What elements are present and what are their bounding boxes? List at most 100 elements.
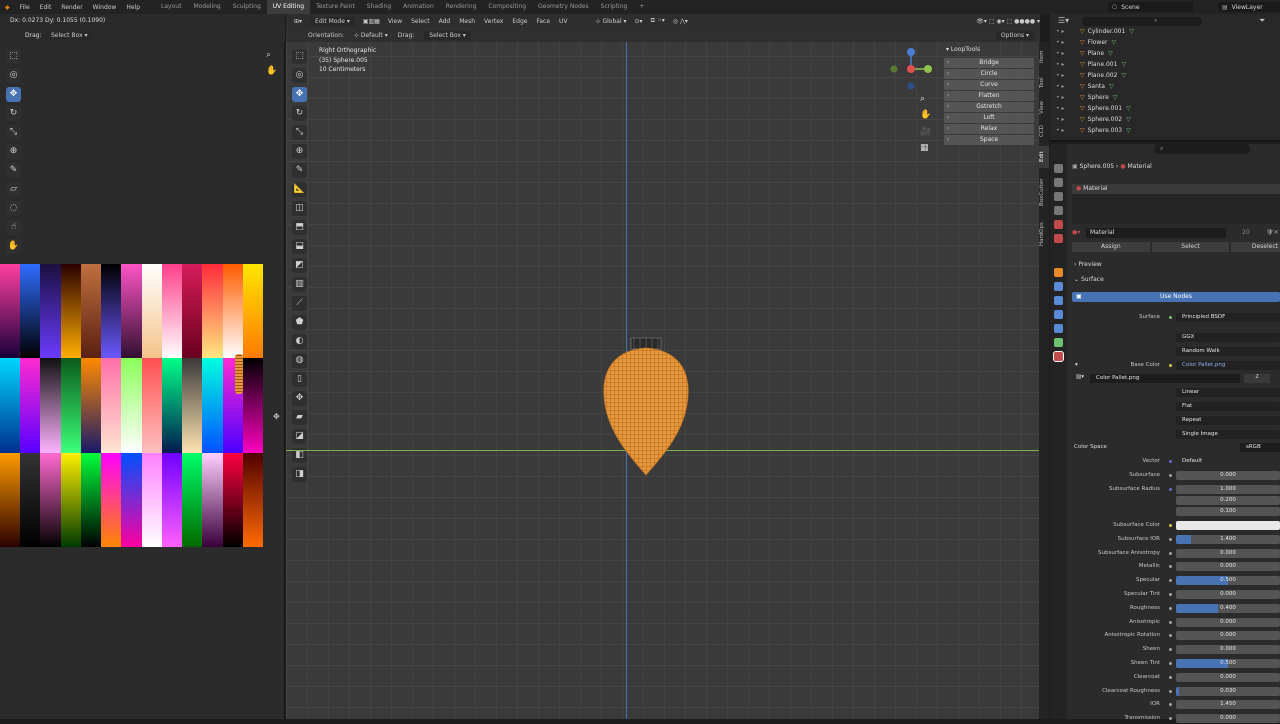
subsurface-radius-field[interactable]: 0.100 bbox=[1176, 506, 1280, 516]
poly-build-icon[interactable]: ⬟ bbox=[292, 315, 307, 330]
chevron-down-icon[interactable]: ▾ bbox=[1075, 362, 1078, 368]
viewport-menu-select[interactable]: Select bbox=[411, 18, 430, 25]
physics-tab-icon[interactable] bbox=[1054, 310, 1063, 319]
shrink-fatten-icon[interactable]: ✥ bbox=[292, 391, 307, 406]
object-tab-icon[interactable] bbox=[1054, 268, 1063, 277]
sidebar-tab-tool[interactable]: Tool bbox=[1039, 72, 1049, 94]
particles-tab-icon[interactable] bbox=[1054, 296, 1063, 305]
outliner-item[interactable]: • ▸ ▽ Plane ▽ bbox=[1056, 50, 1113, 57]
view-layer-selector[interactable]: ▤ ViewLayer bbox=[1218, 2, 1280, 12]
outliner-item[interactable]: • ▸ ▽ Sphere ▽ bbox=[1056, 94, 1117, 101]
annotate-icon[interactable]: ✎ bbox=[292, 163, 307, 178]
workspace-tab-compositing[interactable]: Compositing bbox=[482, 0, 532, 14]
camera-icon[interactable]: 🎥 bbox=[920, 127, 931, 137]
cursor-icon[interactable]: ◎ bbox=[292, 68, 307, 83]
mode-dropdown[interactable]: Edit Mode ▾ bbox=[310, 16, 355, 26]
grid-toggle-icon[interactable]: ▦ bbox=[920, 143, 929, 153]
sidebar-tab-item[interactable]: Item bbox=[1039, 46, 1049, 68]
tool-tab-icon[interactable] bbox=[1054, 164, 1063, 173]
loop-cut-icon[interactable]: ▥ bbox=[292, 277, 307, 292]
looptools-curve-button[interactable]: › Curve bbox=[944, 80, 1034, 90]
properties-search-input[interactable]: ⌕ bbox=[1154, 144, 1250, 154]
select-cursor-icon[interactable]: ⬚ bbox=[6, 49, 21, 64]
source-dropdown[interactable]: Single Image bbox=[1176, 430, 1280, 439]
uv-editor[interactable]: Dx: 0.0273 Dy: 0.1055 (0.1090) Drag: Sel… bbox=[0, 14, 285, 719]
filter-icon[interactable]: ⏷ bbox=[1259, 16, 1265, 26]
3d-viewport[interactable]: ⊞▾ Edit Mode ▾ ▣▥▦ View Select Add Mesh Vert… bbox=[286, 14, 1040, 719]
uv-drag-dropdown[interactable]: Select Box ▾ bbox=[46, 31, 93, 40]
viewport-menu-mesh[interactable]: Mesh bbox=[459, 18, 475, 25]
subsurface-method-dropdown[interactable]: Random Walk bbox=[1176, 347, 1280, 356]
options-dropdown[interactable]: Options ▾ bbox=[995, 30, 1034, 40]
measure-icon[interactable]: 📐 bbox=[292, 182, 307, 197]
menu-window[interactable]: Window bbox=[88, 4, 122, 11]
bevel-icon[interactable]: ◩ bbox=[292, 258, 307, 273]
scene-selector[interactable]: ⎔ Scene bbox=[1108, 2, 1193, 12]
snap-icon[interactable]: ⧉ ⁙▾ bbox=[651, 17, 665, 25]
pivot-icon[interactable]: ⊙▾ bbox=[635, 18, 643, 25]
looptools-relax-button[interactable]: › Relax bbox=[944, 124, 1034, 134]
proportional-edit-icon[interactable]: ◎ ⋀▾ bbox=[673, 18, 688, 25]
cursor-icon[interactable]: ◎ bbox=[6, 68, 21, 83]
looptools-loft-button[interactable]: › Loft bbox=[944, 113, 1034, 123]
property-slider[interactable]: 0.000 bbox=[1176, 645, 1280, 655]
workspace-tab-layout[interactable]: Layout bbox=[155, 0, 187, 14]
viewport-menu-view[interactable]: View bbox=[388, 18, 402, 25]
outliner-item[interactable]: • ▸ ▽ Plane.001 ▽ bbox=[1056, 61, 1126, 68]
subsurface-radius-field[interactable]: 0.200 bbox=[1176, 495, 1280, 505]
extrude-icon[interactable]: ⬒ bbox=[292, 220, 307, 235]
looptools-bridge-button[interactable]: › Bridge bbox=[944, 58, 1034, 68]
breadcrumb-material[interactable]: Material bbox=[1127, 163, 1151, 170]
expand-icon[interactable]: • ▸ bbox=[1056, 105, 1064, 112]
viewport-menu-uv[interactable]: UV bbox=[559, 18, 568, 25]
orientation-dropdown[interactable]: ⊹ Default ▾ bbox=[354, 32, 388, 39]
add-workspace-button[interactable]: + bbox=[633, 0, 650, 14]
outliner-item[interactable]: • ▸ ▽ Sphere.002 ▽ bbox=[1056, 116, 1131, 123]
expand-icon[interactable]: • ▸ bbox=[1056, 83, 1064, 90]
annotate-icon[interactable]: ✎ bbox=[6, 163, 21, 178]
rotate-icon[interactable]: ↻ bbox=[292, 106, 307, 121]
world-tab-icon[interactable] bbox=[1054, 234, 1063, 243]
smooth-icon[interactable]: ◍ bbox=[292, 353, 307, 368]
sidebar-tab-view[interactable]: View bbox=[1039, 98, 1049, 116]
color-space-dropdown[interactable]: sRGB bbox=[1240, 443, 1280, 452]
uv-island[interactable] bbox=[235, 354, 243, 394]
scale-icon[interactable]: ⤡ bbox=[292, 125, 307, 140]
pinch-icon[interactable]: ☝ bbox=[6, 220, 21, 235]
image-users[interactable]: 2 bbox=[1244, 374, 1270, 383]
expand-icon[interactable]: • ▸ bbox=[1056, 72, 1064, 79]
data-tab-icon[interactable] bbox=[1054, 338, 1063, 347]
property-slider[interactable]: 1.450 bbox=[1176, 700, 1280, 710]
extension-dropdown[interactable]: Repeat bbox=[1176, 416, 1280, 425]
vector-field[interactable]: Default bbox=[1176, 457, 1280, 466]
sidebar-tab-hardops[interactable]: HardOps bbox=[1039, 216, 1049, 252]
sidebar-tab-edit[interactable]: Edit bbox=[1039, 146, 1049, 168]
outliner-item[interactable]: • ▸ ▽ Sphere.001 ▽ bbox=[1056, 105, 1131, 112]
scale-icon[interactable]: ⤡ bbox=[6, 125, 21, 140]
workspace-tab-rendering[interactable]: Rendering bbox=[440, 0, 483, 14]
drag-dropdown[interactable]: Select Box ▾ bbox=[424, 30, 471, 40]
workspace-tab-uv-editing[interactable]: UV Editing bbox=[266, 0, 311, 14]
outliner[interactable]: ☰▾ ⌕ ⏷ • ▸ ▽ Cylinder.001 ▽ • ▸ ▽ Flower ▽ • ▸ ▽ P… bbox=[1050, 14, 1280, 142]
relax-icon[interactable]: ◌ bbox=[6, 201, 21, 216]
output-tab-icon[interactable] bbox=[1054, 192, 1063, 201]
assign-button[interactable]: Assign bbox=[1072, 242, 1150, 252]
sphere-mesh[interactable] bbox=[598, 334, 694, 480]
menu-file[interactable]: File bbox=[15, 4, 35, 11]
subsurface-radius-field[interactable]: 1.000 bbox=[1176, 484, 1280, 494]
outliner-item[interactable]: • ▸ ▽ Cylinder.001 ▽ bbox=[1056, 28, 1134, 35]
workspace-tab-modeling[interactable]: Modeling bbox=[187, 0, 226, 14]
viewport-menu-face[interactable]: Face bbox=[536, 18, 550, 25]
scene-tab-icon[interactable] bbox=[1054, 220, 1063, 229]
workspace-tab-sculpting[interactable]: Sculpting bbox=[227, 0, 267, 14]
constraints-tab-icon[interactable] bbox=[1054, 324, 1063, 333]
expand-icon[interactable]: • ▸ bbox=[1056, 94, 1064, 101]
transform-icon[interactable]: ⊕ bbox=[6, 144, 21, 159]
editor-type-icon[interactable]: ⊞▾ bbox=[294, 18, 302, 25]
property-slider[interactable]: 0.400 bbox=[1176, 603, 1280, 613]
outliner-item[interactable]: • ▸ ▽ Santa ▽ bbox=[1056, 83, 1114, 90]
workspace-tab-animation[interactable]: Animation bbox=[397, 0, 440, 14]
rip-region-icon[interactable]: ◪ bbox=[292, 429, 307, 444]
workspace-tab-shading[interactable]: Shading bbox=[361, 0, 397, 14]
looptools-flatten-button[interactable]: › Flatten bbox=[944, 91, 1034, 101]
